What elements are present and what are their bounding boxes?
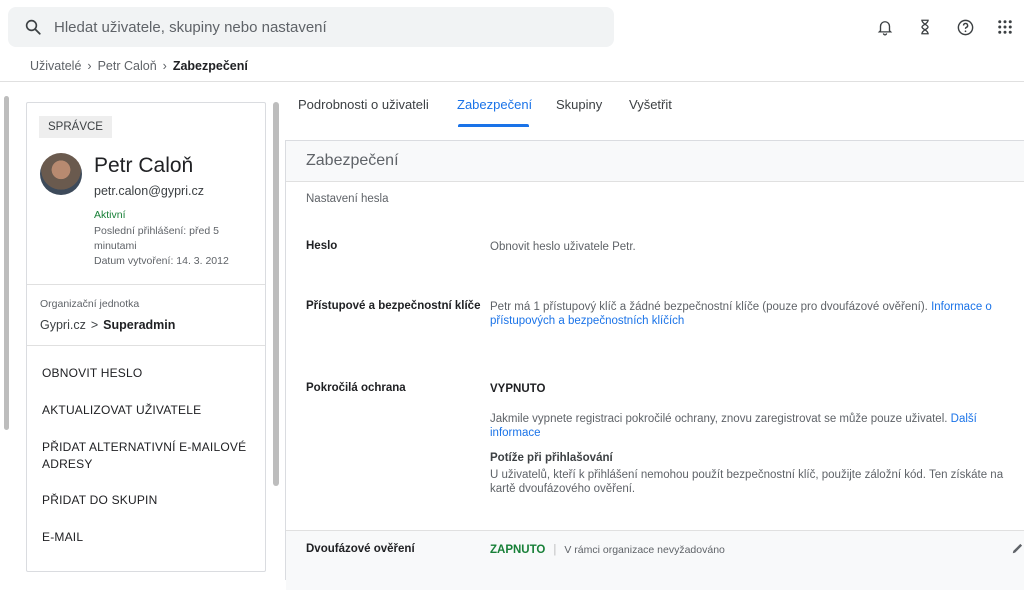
- breadcrumb-users[interactable]: Uživatelé: [30, 59, 81, 73]
- add-alternate-email-button[interactable]: PŘIDAT ALTERNATIVNÍ E-MAILOVÉ ADRESY: [42, 439, 252, 473]
- panel-title: Zabezpečení: [306, 152, 399, 169]
- password-value[interactable]: Obnovit heslo uživatele Petr.: [490, 240, 1010, 254]
- tab-user-details[interactable]: Podrobnosti o uživateli: [298, 97, 429, 112]
- user-name: Petr Caloň: [94, 154, 194, 177]
- keys-label: Přístupové a bezpečnostní klíče: [306, 300, 481, 312]
- role-badge: SPRÁVCE: [39, 116, 112, 138]
- top-bar: [0, 0, 1024, 52]
- password-section-title: Nastavení hesla: [306, 193, 389, 205]
- last-login: Poslední přihlášení: před 5 minutami: [94, 225, 219, 252]
- add-to-groups-button[interactable]: PŘIDAT DO SKUPIN: [42, 492, 157, 509]
- twofa-label: Dvoufázové ověření: [306, 543, 415, 555]
- hourglass-icon[interactable]: [914, 16, 936, 38]
- email-button[interactable]: E-MAIL: [42, 529, 83, 546]
- advanced-protection-desc: Jakmile vypnete registraci pokročilé och…: [490, 413, 948, 425]
- avatar: [40, 153, 82, 195]
- chevron-right-icon: ›: [87, 59, 92, 73]
- help-icon[interactable]: [954, 16, 976, 38]
- sidebar-scrollbar[interactable]: [273, 102, 279, 486]
- tab-groups[interactable]: Skupiny: [556, 97, 602, 112]
- password-label: Heslo: [306, 240, 338, 252]
- search-bar[interactable]: [8, 7, 614, 47]
- keys-value: Petr má 1 přístupový klíč a žádné bezpeč…: [490, 300, 1010, 328]
- twofa-value: ZAPNUTO | V rámci organizace nevyžadován…: [490, 543, 1010, 557]
- org-parent[interactable]: Gypri.cz: [40, 318, 86, 332]
- org-unit-path: Gypri.cz > Superadmin: [40, 318, 175, 332]
- card-divider: [27, 284, 265, 285]
- chevron-right-icon: ›: [162, 59, 167, 73]
- separator: |: [553, 544, 557, 556]
- header-divider: [0, 81, 1024, 82]
- org-current: Superadmin: [103, 318, 176, 332]
- page-scrollbar[interactable]: [4, 96, 9, 430]
- tab-investigate[interactable]: Vyšetřit: [629, 97, 672, 112]
- tab-security[interactable]: Zabezpečení: [457, 97, 532, 112]
- org-unit-label: Organizační jednotka: [40, 298, 140, 310]
- card-divider: [27, 345, 265, 346]
- trouble-title: Potíže při přihlašování: [490, 452, 613, 464]
- breadcrumb-current: Zabezpečení: [172, 59, 248, 73]
- keys-text: Petr má 1 přístupový klíč a žádné bezpeč…: [490, 301, 928, 313]
- apps-grid-icon[interactable]: [994, 16, 1016, 38]
- search-input[interactable]: [54, 18, 594, 36]
- active-tab-indicator: [458, 124, 529, 127]
- user-meta: Poslední přihlášení: před 5 minutami Dat…: [94, 224, 259, 269]
- created-date: Datum vytvoření: 14. 3. 2012: [94, 255, 229, 267]
- twofa-status: ZAPNUTO: [490, 544, 546, 556]
- advanced-protection-label: Pokročilá ochrana: [306, 382, 406, 394]
- user-email: petr.calon@gypri.cz: [94, 184, 204, 198]
- status-badge: Aktivní: [94, 209, 126, 221]
- reset-password-button[interactable]: OBNOVIT HESLO: [42, 365, 142, 382]
- breadcrumb: Uživatelé › Petr Caloň › Zabezpečení: [30, 59, 248, 73]
- twofa-note: V rámci organizace nevyžadováno: [564, 544, 725, 556]
- security-panel: Zabezpečení Nastavení hesla Heslo Obnovi…: [285, 140, 1024, 590]
- update-user-button[interactable]: AKTUALIZOVAT UŽIVATELE: [42, 402, 201, 419]
- trouble-text: U uživatelů, kteří k přihlášení nemohou …: [490, 469, 1004, 495]
- chevron-right-icon: >: [90, 318, 99, 332]
- search-icon: [25, 19, 41, 35]
- user-card: SPRÁVCE Petr Caloň petr.calon@gypri.cz A…: [26, 102, 266, 572]
- panel-header: Zabezpečení: [286, 141, 1024, 182]
- advanced-protection-text: Jakmile vypnete registraci pokročilé och…: [490, 412, 1010, 440]
- bell-icon[interactable]: [874, 16, 896, 38]
- breadcrumb-user[interactable]: Petr Caloň: [98, 59, 157, 73]
- advanced-protection-status: VYPNUTO: [490, 383, 546, 395]
- pencil-icon[interactable]: [1011, 541, 1024, 560]
- twofa-row[interactable]: Dvoufázové ověření ZAPNUTO | V rámci org…: [286, 530, 1024, 590]
